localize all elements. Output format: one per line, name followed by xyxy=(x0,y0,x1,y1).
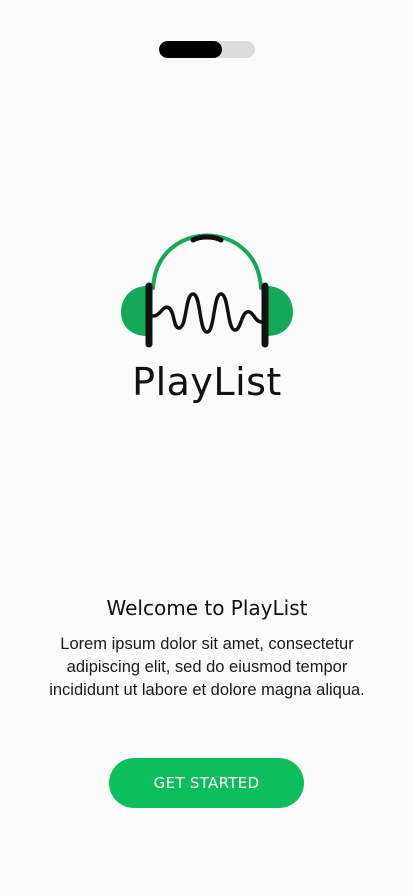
welcome-description: Lorem ipsum dolor sit amet, consectetur … xyxy=(49,635,365,699)
app-name: PlayList xyxy=(132,360,282,404)
onboarding-progress-bar xyxy=(159,41,255,58)
welcome-title: Welcome to PlayList xyxy=(106,596,308,620)
get-started-button[interactable]: GET STARTED xyxy=(109,758,304,808)
headphones-logo-icon xyxy=(121,233,293,348)
onboarding-progress-fill xyxy=(159,41,223,58)
